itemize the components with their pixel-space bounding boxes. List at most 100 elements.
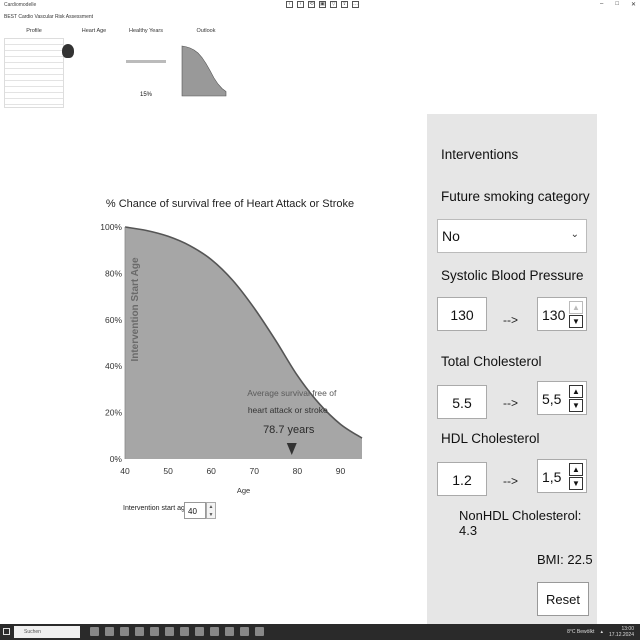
- clock[interactable]: 13:00 17.12.2024: [609, 626, 634, 638]
- hdl-current-field[interactable]: 1.2: [437, 462, 487, 496]
- tab-healthy-years-label: Healthy Years: [129, 28, 163, 34]
- chart-title: % Chance of survival free of Heart Attac…: [105, 198, 355, 210]
- intervention-start-spinner[interactable]: ▲ ▼: [206, 502, 216, 519]
- tc-target-stepper[interactable]: 5,5 ▲ ▼: [537, 381, 587, 415]
- hdl-label: HDL Cholesterol: [441, 431, 540, 446]
- annotation-line2: heart attack or stroke: [248, 405, 328, 415]
- x-axis-label: Age: [237, 486, 250, 495]
- sbp-current-field[interactable]: 130: [437, 297, 487, 331]
- intervention-start-age-overlay: Intervention Start Age: [130, 257, 141, 362]
- x-tick-label: 70: [250, 466, 260, 476]
- tc-label: Total Cholesterol: [441, 354, 542, 369]
- outlook-mini-chart: [181, 45, 227, 97]
- weather-status[interactable]: 8°C Bewölkt: [567, 629, 594, 635]
- share-icon[interactable]: ⇪: [341, 1, 348, 8]
- more-icon[interactable]: …: [352, 1, 359, 8]
- smoking-dropdown[interactable]: No ⌄: [437, 219, 587, 253]
- y-tick-label: 0%: [110, 454, 123, 464]
- smoking-value: No: [442, 228, 460, 244]
- sbp-arrow: -->: [503, 313, 518, 327]
- heart-icon: [62, 44, 74, 58]
- tab-heart-age-label: Heart Age: [81, 28, 107, 34]
- annotation-value: 78.7 years: [263, 424, 315, 436]
- tab-outlook-label: Outlook: [196, 28, 216, 34]
- panel-heading: Interventions: [441, 147, 519, 162]
- page-thumbnails: Profile Heart Age Healthy Years 15% Outl…: [4, 28, 240, 108]
- x-tick-label: 90: [336, 466, 346, 476]
- title-bar: Cardiomodelle ‹ › ⟲ ▣ ▽ ⇪ … – □ ✕: [0, 0, 640, 10]
- back-icon[interactable]: ‹: [286, 1, 293, 8]
- sbp-target-value: 130: [542, 307, 566, 323]
- task-view-icon[interactable]: [90, 627, 99, 636]
- heart-age-thumbnail: [62, 38, 114, 88]
- annotation-line1: Average survival free of: [247, 388, 337, 398]
- tc-arrow: -->: [503, 396, 518, 410]
- reset-view-icon[interactable]: ⟲: [308, 1, 315, 8]
- spin-up-icon[interactable]: ▲: [207, 503, 215, 511]
- x-tick-label: 40: [120, 466, 130, 476]
- toolbar-icons: ‹ › ⟲ ▣ ▽ ⇪ …: [286, 1, 359, 8]
- chevron-down-icon: ⌄: [570, 229, 579, 240]
- report-subtitle: BEST Cardio Vascular Risk Assessment: [4, 14, 94, 20]
- decrement-icon[interactable]: ▼: [569, 399, 583, 412]
- spin-down-icon[interactable]: ▼: [207, 511, 215, 519]
- tab-outlook[interactable]: Outlook: [176, 28, 236, 104]
- smoking-label: Future smoking category: [441, 189, 590, 204]
- system-tray: 8°C Bewölkt ▴ 13:00 17.12.2024: [567, 626, 634, 638]
- tab-profile[interactable]: Profile: [4, 28, 64, 108]
- survival-area: [125, 227, 362, 459]
- chrome-icon[interactable]: [165, 627, 174, 636]
- outlook-icon[interactable]: [195, 627, 204, 636]
- hdl-arrow: -->: [503, 474, 518, 488]
- word-icon[interactable]: [225, 627, 234, 636]
- hdl-target-stepper[interactable]: 1,5 ▲ ▼: [537, 459, 587, 493]
- bmi-value: BMI: 22.5: [537, 552, 593, 567]
- tc-target-value: 5,5: [542, 391, 562, 407]
- increment-icon[interactable]: ▲: [569, 385, 583, 398]
- app-icon[interactable]: [255, 627, 264, 636]
- store-icon[interactable]: [135, 627, 144, 636]
- nonhdl-cholesterol: NonHDL Cholesterol: 4.3: [459, 508, 582, 538]
- teams-icon[interactable]: [180, 627, 189, 636]
- intervention-start-input[interactable]: 40: [184, 502, 206, 519]
- sbp-label: Systolic Blood Pressure: [441, 268, 584, 283]
- x-tick-label: 60: [206, 466, 216, 476]
- network-icon[interactable]: ▴: [600, 629, 603, 635]
- explorer-icon[interactable]: [120, 627, 129, 636]
- profile-thumbnail: [4, 38, 64, 108]
- taskbar-search[interactable]: Suchen: [14, 626, 80, 638]
- survival-chart: 0% 20% 40% 60% 80% 100% 40 50 60 70 80 90 Age Interve…: [100, 222, 363, 495]
- y-tick-label: 40%: [105, 361, 122, 371]
- forward-icon[interactable]: ›: [297, 1, 304, 8]
- edge-icon[interactable]: [105, 627, 114, 636]
- windows-start-icon[interactable]: [3, 628, 10, 635]
- taskbar-apps: [90, 627, 264, 636]
- y-tick-label: 20%: [105, 408, 122, 418]
- x-tick-label: 50: [163, 466, 173, 476]
- focus-icon[interactable]: ▣: [319, 1, 326, 8]
- tc-current-field[interactable]: 5.5: [437, 385, 487, 419]
- decrement-icon[interactable]: ▼: [569, 315, 583, 328]
- close-icon[interactable]: ✕: [631, 1, 636, 8]
- filter-icon[interactable]: ▽: [330, 1, 337, 8]
- decrement-icon[interactable]: ▼: [569, 477, 583, 490]
- healthy-years-percent: 15%: [139, 92, 152, 98]
- sbp-target-stepper[interactable]: 130 ▲ ▼: [537, 297, 587, 331]
- y-tick-label: 100%: [100, 222, 122, 232]
- healthy-years-thumbnail: 15%: [124, 38, 168, 108]
- maximize-icon[interactable]: □: [615, 1, 619, 8]
- settings-icon[interactable]: [240, 627, 249, 636]
- intervention-start-label: Intervention start age: [123, 505, 189, 512]
- reset-button[interactable]: Reset: [537, 582, 589, 616]
- increment-icon[interactable]: ▲: [569, 301, 583, 314]
- tab-heart-age[interactable]: Heart Age: [62, 28, 114, 88]
- healthy-years-bar: [126, 60, 166, 63]
- tab-healthy-years[interactable]: Healthy Years 15%: [124, 28, 168, 108]
- outlook-thumbnail: [176, 38, 236, 104]
- minimize-icon[interactable]: –: [600, 1, 603, 8]
- hdl-target-value: 1,5: [542, 469, 562, 485]
- taskbar: Suchen 8°C Bewölkt ▴ 13:00 17.12.2024: [0, 624, 640, 640]
- increment-icon[interactable]: ▲: [569, 463, 583, 476]
- mail-icon[interactable]: [150, 627, 159, 636]
- excel-icon[interactable]: [210, 627, 219, 636]
